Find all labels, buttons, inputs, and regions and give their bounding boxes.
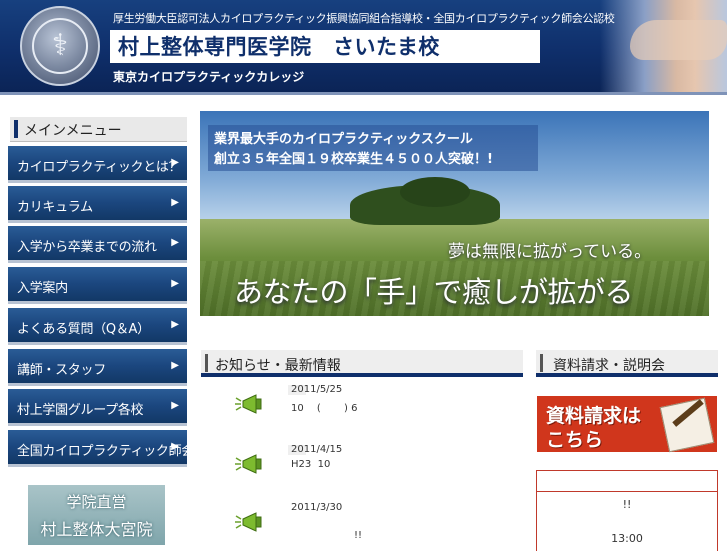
- megaphone-icon: [235, 394, 262, 414]
- info-session-note: !!: [622, 498, 632, 511]
- news-date: 2011/4/15: [291, 444, 343, 455]
- news-link[interactable]: !!: [354, 530, 362, 541]
- news-heading: お知らせ・最新情報: [215, 358, 341, 374]
- sidebar-item-enrollment-flow[interactable]: 入学から卒業までの流れ ▶: [8, 226, 187, 263]
- chevron-right-icon: ▶: [171, 197, 179, 208]
- header-divider: [0, 92, 727, 95]
- sidebar-item-staff[interactable]: 講師・スタッフ ▶: [8, 349, 187, 386]
- heading-accent: [205, 354, 208, 372]
- accreditation-text: 厚生労働大臣認可法人カイロプラクティック振興協同組合指導校・全国カイロプラクティ…: [113, 12, 615, 25]
- megaphone-icon: [235, 512, 262, 532]
- sidebar-item-faq[interactable]: よくある質問（Q＆A） ▶: [8, 308, 187, 345]
- document-icon: [659, 397, 715, 453]
- sidebar-item-label: よくある質問（Q＆A）: [17, 322, 150, 337]
- sidebar-item-label: 村上学園グループ各校: [17, 403, 144, 418]
- request-banner-line1: 資料請求は: [546, 405, 642, 427]
- hero-slogan: 夢は無限に拡がっている。: [448, 242, 652, 262]
- header-hand-shape: [630, 20, 727, 60]
- sidebar-item-admissions[interactable]: 入学案内 ▶: [8, 267, 187, 304]
- sidebar-item-curriculum[interactable]: カリキュラム ▶: [8, 186, 187, 223]
- news-date: 2011/3/30: [291, 502, 343, 513]
- heading-accent: [540, 354, 543, 372]
- request-banner-line2: こちら: [546, 429, 604, 451]
- chevron-right-icon: ▶: [171, 400, 179, 411]
- info-session-box-header: [536, 470, 718, 492]
- sidebar-item-label: 講師・スタッフ: [17, 363, 106, 378]
- news-date: 2011/5/25: [291, 384, 343, 395]
- sidebar-item-national-association[interactable]: 全国カイロプラクティック師会 ▶: [8, 430, 194, 467]
- sidebar-item-group-schools[interactable]: 村上学園グループ各校 ▶: [8, 389, 187, 426]
- heading-accent: [14, 120, 18, 138]
- chevron-right-icon: ▶: [171, 278, 179, 289]
- sidebar-item-label: カリキュラム: [17, 200, 93, 215]
- news-link[interactable]: H23 10: [291, 459, 330, 470]
- sidebar-item-label: 全国カイロプラクティック師会: [17, 444, 195, 459]
- omiya-banner-line1: 学院直営: [66, 493, 127, 511]
- chevron-right-icon: ▶: [171, 157, 179, 168]
- school-name[interactable]: 村上整体専門医学院 さいたま校: [118, 31, 440, 61]
- chevron-right-icon: ▶: [171, 441, 179, 452]
- megaphone-icon: [235, 454, 262, 474]
- sidebar-item-label: カイロプラクティックとは？: [17, 160, 182, 175]
- hero-caption-line1: 業界最大手のカイロプラクティックスクール: [214, 132, 473, 147]
- sidebar-item-label: 入学から卒業までの流れ: [17, 240, 157, 255]
- omiya-banner-line2: 村上整体大宮院: [40, 520, 153, 539]
- info-session-time: 13:00: [611, 532, 643, 545]
- request-heading: 資料請求・説明会: [553, 358, 665, 374]
- sidebar-item-what-is-chiropractic[interactable]: カイロプラクティックとは？ ▶: [8, 146, 187, 183]
- hero-tree-top: [400, 177, 470, 207]
- hero-title: あなたの「手」で癒しが拡がる: [234, 275, 634, 309]
- caduceus-icon: ⚕: [51, 28, 69, 63]
- hero-caption-line2: 創立３５年全国１９校卒業生４５００人突破！!: [214, 152, 493, 167]
- chevron-right-icon: ▶: [171, 319, 179, 330]
- college-name: 東京カイロプラクティックカレッジ: [113, 70, 305, 84]
- sidebar-item-label: 入学案内: [17, 281, 68, 296]
- chevron-right-icon: ▶: [171, 237, 179, 248]
- chevron-right-icon: ▶: [171, 360, 179, 371]
- main-menu-heading: メインメニュー: [24, 123, 122, 139]
- hero-banner: 業界最大手のカイロプラクティックスクール 創立３５年全国１９校卒業生４５００人突…: [200, 111, 709, 316]
- news-link[interactable]: 10 ( ) 6: [291, 399, 357, 414]
